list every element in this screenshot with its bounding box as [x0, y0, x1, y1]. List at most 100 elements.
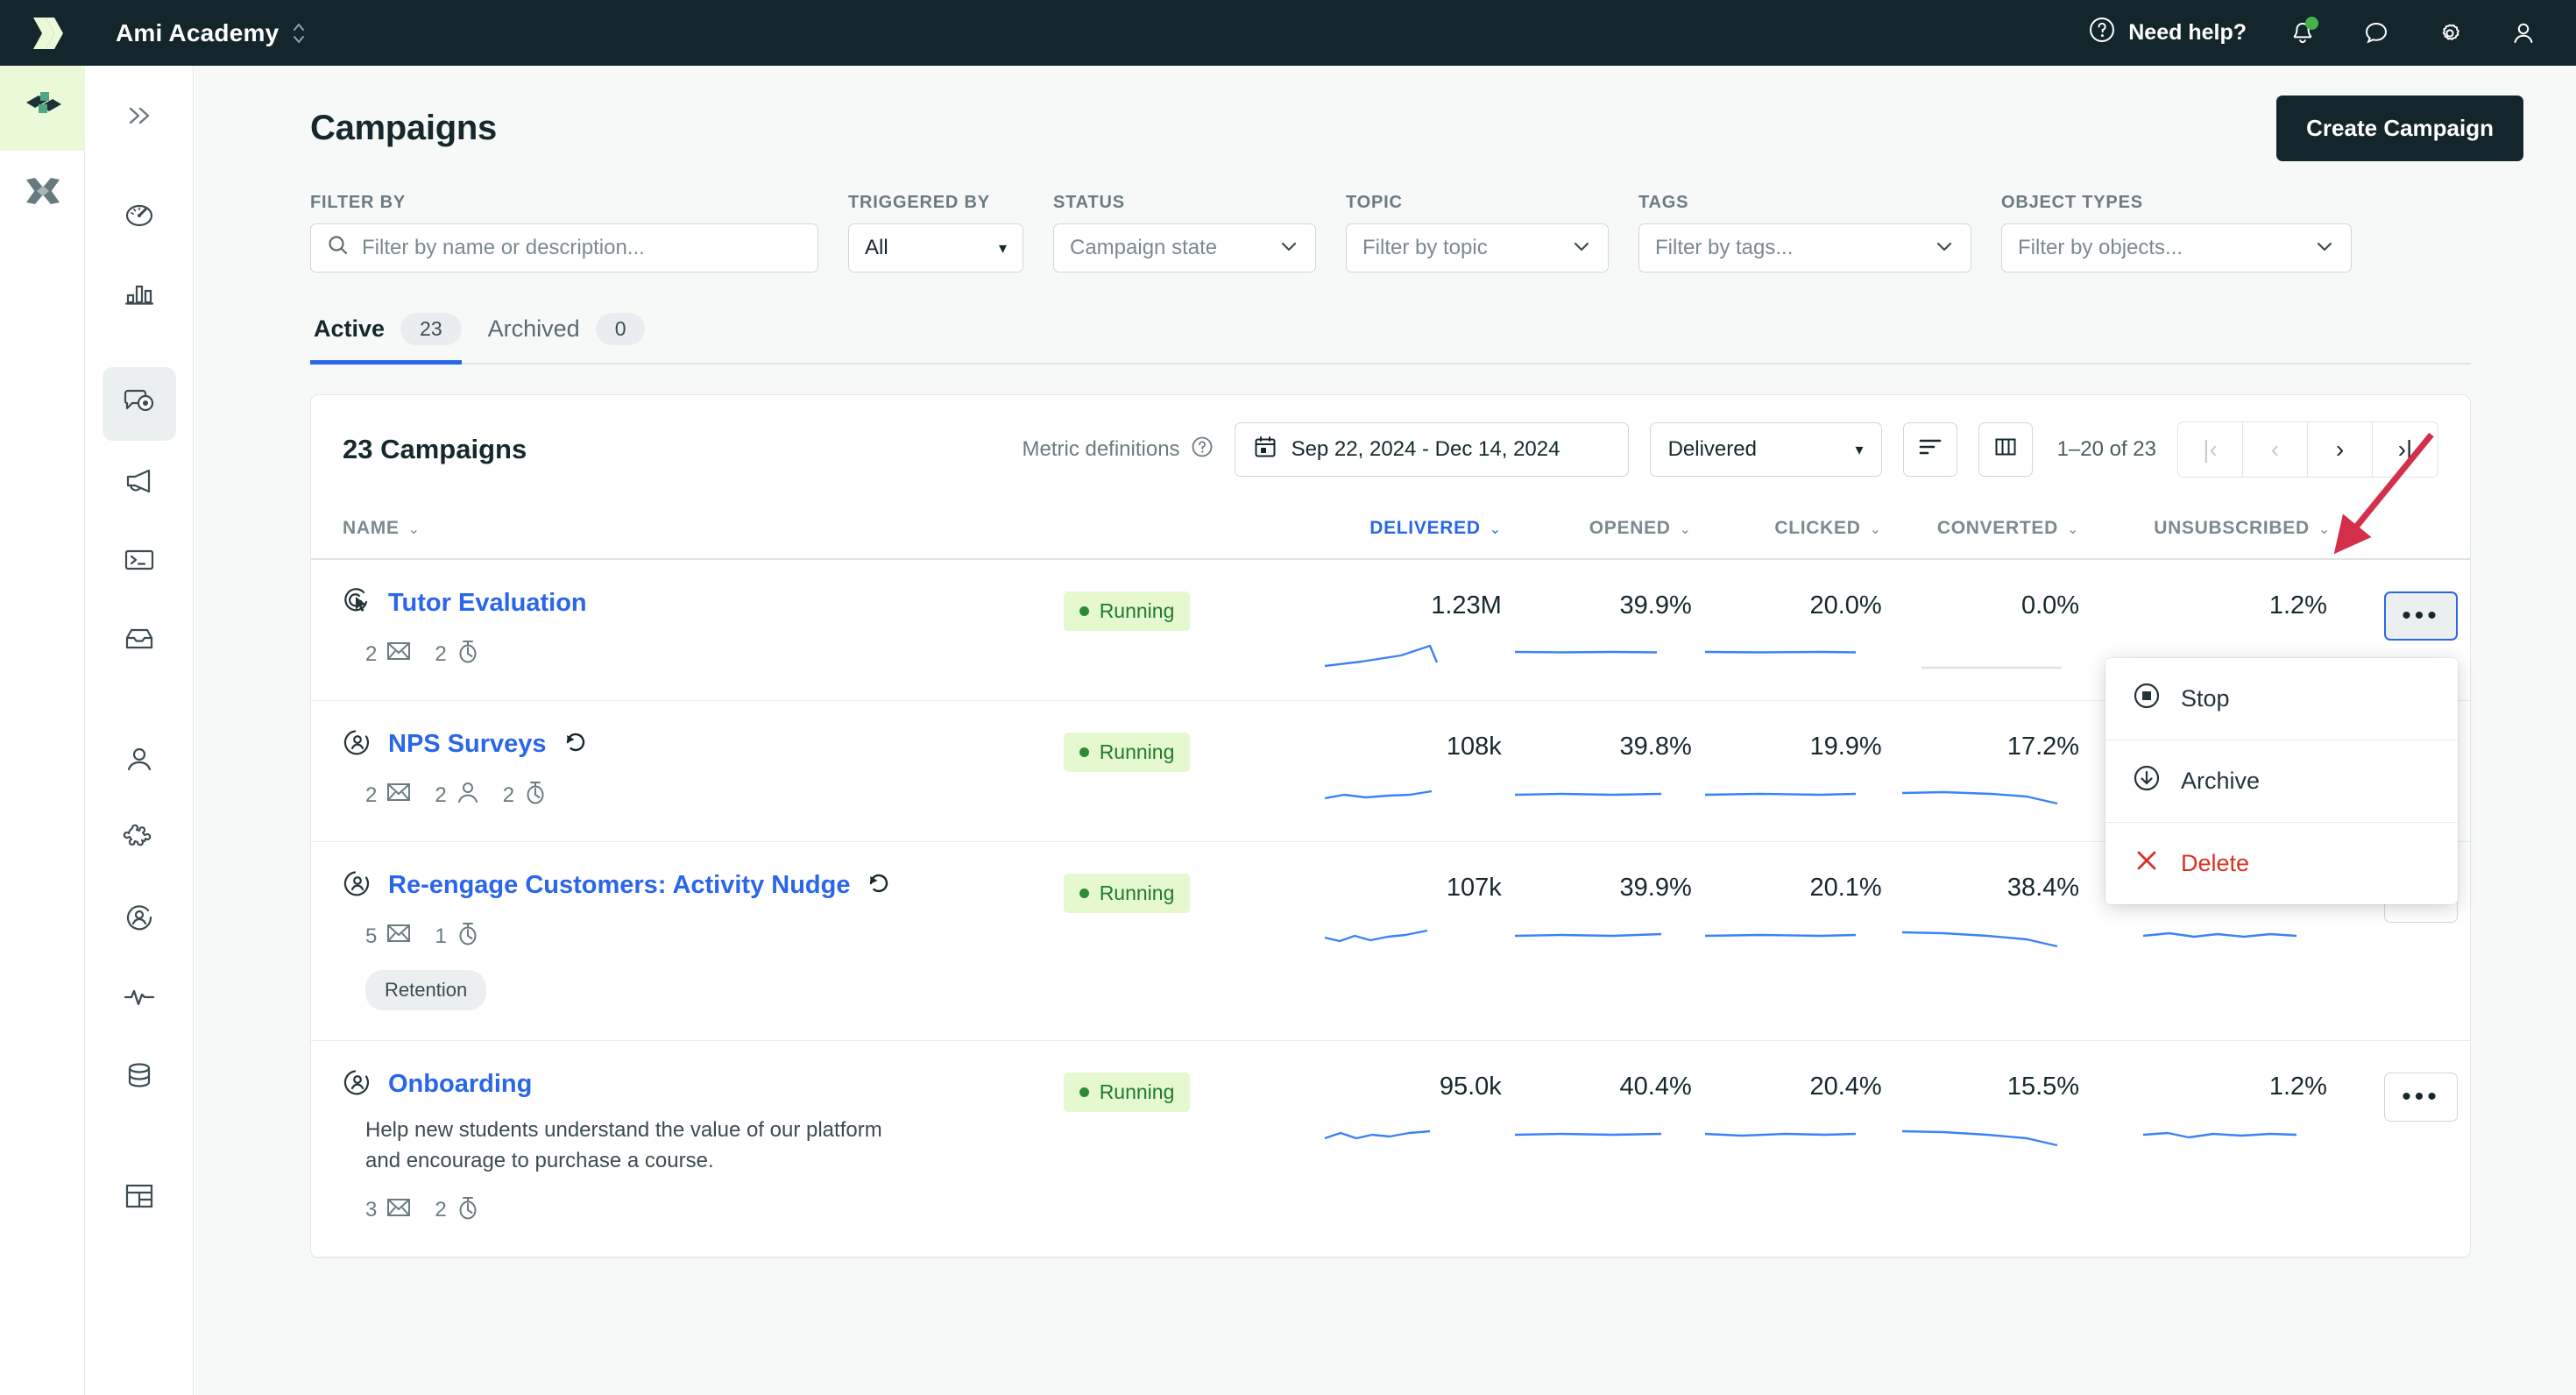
- sidebar-item-campaigns[interactable]: [102, 367, 176, 441]
- delivered-sparkline: [1306, 633, 1502, 671]
- last-page-button[interactable]: ›|: [2373, 422, 2438, 477]
- campaigns-count-label: 23 Campaigns: [343, 434, 527, 464]
- status-dot-icon: [1079, 606, 1089, 616]
- person-trigger-icon: [343, 727, 372, 761]
- sidebar-item-analytics[interactable]: [103, 258, 176, 332]
- campaign-tag-chip[interactable]: Retention: [365, 970, 487, 1010]
- tab-archived[interactable]: Archived 0: [485, 313, 669, 363]
- opened-sparkline: [1502, 915, 1692, 953]
- triggered-by-value: All: [865, 236, 888, 259]
- column-header-opened[interactable]: OPENED ⌄: [1501, 504, 1692, 560]
- sidebar-item-api[interactable]: [103, 525, 176, 598]
- campaign-name-link[interactable]: Re-engage Customers: Activity Nudge: [388, 871, 850, 900]
- app-logo-icon[interactable]: [23, 9, 72, 58]
- delivered-value: 1.23M: [1431, 591, 1502, 620]
- notifications-button[interactable]: [2285, 16, 2320, 51]
- row-actions-button[interactable]: •••: [2384, 591, 2458, 641]
- columns-icon: [1993, 435, 2018, 464]
- row-opened-cell: 40.4%: [1501, 1040, 1692, 1257]
- meta-delay-count-value: 2: [502, 782, 515, 807]
- sidebar-item-people[interactable]: [103, 725, 176, 798]
- sidebar-item-data[interactable]: [103, 1040, 176, 1114]
- chevron-down-icon: [1934, 236, 1955, 260]
- menu-item-archive-label: Archive: [2181, 768, 2261, 794]
- top-bar: Ami Academy Need help?: [0, 0, 2576, 66]
- pagination-range-label: 1–20 of 23: [2056, 437, 2156, 461]
- sidebar-item-inbox[interactable]: [103, 604, 176, 677]
- object-types-select[interactable]: Filter by objects...: [2001, 223, 2352, 273]
- organization-name[interactable]: Ami Academy: [116, 19, 279, 47]
- search-input[interactable]: Filter by name or description...: [310, 223, 818, 273]
- meta-person-count: 2: [435, 779, 479, 811]
- campaign-description: Help new students understand the value o…: [365, 1118, 882, 1172]
- menu-item-stop[interactable]: Stop: [2105, 658, 2458, 740]
- menu-item-delete[interactable]: Delete: [2105, 823, 2458, 904]
- sort-button[interactable]: [1902, 422, 1957, 477]
- create-campaign-button[interactable]: Create Campaign: [2276, 96, 2523, 161]
- timer-icon: [456, 638, 480, 670]
- delivered-sparkline: [1306, 1114, 1502, 1152]
- status-dot-icon: [1079, 1087, 1089, 1097]
- column-header-clicked[interactable]: CLICKED ⌄: [1691, 504, 1882, 560]
- sidebar-item-audiences[interactable]: [103, 882, 176, 956]
- metric-select[interactable]: Delivered ▾: [1649, 422, 1882, 477]
- messages-button[interactable]: [2359, 16, 2394, 51]
- sidebar-item-activity[interactable]: [103, 961, 176, 1035]
- tab-active[interactable]: Active 23: [310, 313, 485, 365]
- status-select[interactable]: Campaign state: [1053, 223, 1316, 273]
- clicked-sparkline: [1692, 915, 1882, 953]
- column-header-converted[interactable]: CONVERTED ⌄: [1881, 504, 2080, 560]
- converted-value: 17.2%: [2006, 733, 2080, 761]
- table-row[interactable]: Onboarding Help new students understand …: [311, 1040, 2470, 1257]
- nav-collapse-button[interactable]: [112, 90, 166, 145]
- need-help-button[interactable]: Need help?: [2088, 16, 2247, 50]
- topic-select[interactable]: Filter by topic: [1346, 223, 1609, 273]
- campaigns-icon: [121, 386, 158, 423]
- date-range-picker[interactable]: Sep 22, 2024 - Dec 14, 2024: [1234, 422, 1629, 477]
- first-page-button[interactable]: |‹: [2178, 422, 2243, 477]
- next-page-button[interactable]: ›: [2308, 422, 2373, 477]
- status-badge-label: Running: [1099, 740, 1175, 763]
- column-header-name[interactable]: NAME ⌄: [311, 504, 1064, 560]
- event-trigger-icon: [343, 586, 372, 620]
- tab-active-label: Active: [314, 315, 386, 342]
- tags-placeholder: Filter by tags...: [1655, 236, 1794, 259]
- calendar-icon: [1253, 435, 1277, 465]
- columns-button[interactable]: [1978, 422, 2033, 477]
- status-dot-icon: [1079, 747, 1089, 757]
- org-switcher-chevron-icon[interactable]: [291, 20, 307, 46]
- close-x-icon: [2132, 846, 2162, 882]
- rail-item-workspace-secondary[interactable]: [0, 151, 85, 236]
- settings-gear-button[interactable]: [2432, 16, 2467, 51]
- clicked-value: 20.0%: [1809, 591, 1882, 620]
- converted-sparkline: [1882, 915, 2079, 953]
- column-header-converted-label: CONVERTED: [1936, 518, 2058, 538]
- chevron-down-icon: ⌄: [1679, 522, 1692, 537]
- sidebar-item-broadcasts[interactable]: [103, 446, 176, 520]
- sidebar-item-dashboard[interactable]: [103, 180, 176, 253]
- archive-down-arrow-icon: [2132, 763, 2162, 799]
- sidebar-item-layouts[interactable]: [103, 1161, 176, 1235]
- metric-definitions-link[interactable]: Metric definitions: [1022, 435, 1213, 464]
- menu-item-archive[interactable]: Archive: [2105, 740, 2458, 823]
- row-status-cell: Running: [1063, 841, 1306, 1041]
- campaign-name-link[interactable]: Onboarding: [388, 1070, 532, 1099]
- rail-item-workspace-active[interactable]: [0, 66, 85, 151]
- triggered-by-select[interactable]: All ▾: [848, 223, 1023, 273]
- need-help-label: Need help?: [2128, 20, 2247, 45]
- column-header-delivered[interactable]: DELIVERED ⌄: [1305, 504, 1502, 560]
- chevron-down-icon: [2314, 236, 2335, 260]
- row-actions-button[interactable]: •••: [2384, 1073, 2458, 1122]
- filter-label-status: STATUS: [1053, 193, 1125, 212]
- tab-archived-count: 0: [595, 313, 646, 345]
- clicked-value: 19.9%: [1809, 733, 1882, 761]
- tags-select[interactable]: Filter by tags...: [1638, 223, 1971, 273]
- campaign-name-link[interactable]: Tutor Evaluation: [388, 589, 587, 618]
- column-header-unsubscribed[interactable]: UNSUBSCRIBED ⌄: [2079, 504, 2331, 560]
- account-avatar-button[interactable]: [2506, 16, 2541, 51]
- campaign-name-link[interactable]: NPS Surveys: [388, 730, 547, 759]
- prev-page-button[interactable]: ‹: [2243, 422, 2308, 477]
- sidebar-item-integrations[interactable]: [103, 804, 176, 877]
- status-badge: Running: [1063, 733, 1191, 772]
- table-row[interactable]: Tutor Evaluation 2 2 Running 1.23M 39.9%…: [311, 559, 2470, 904]
